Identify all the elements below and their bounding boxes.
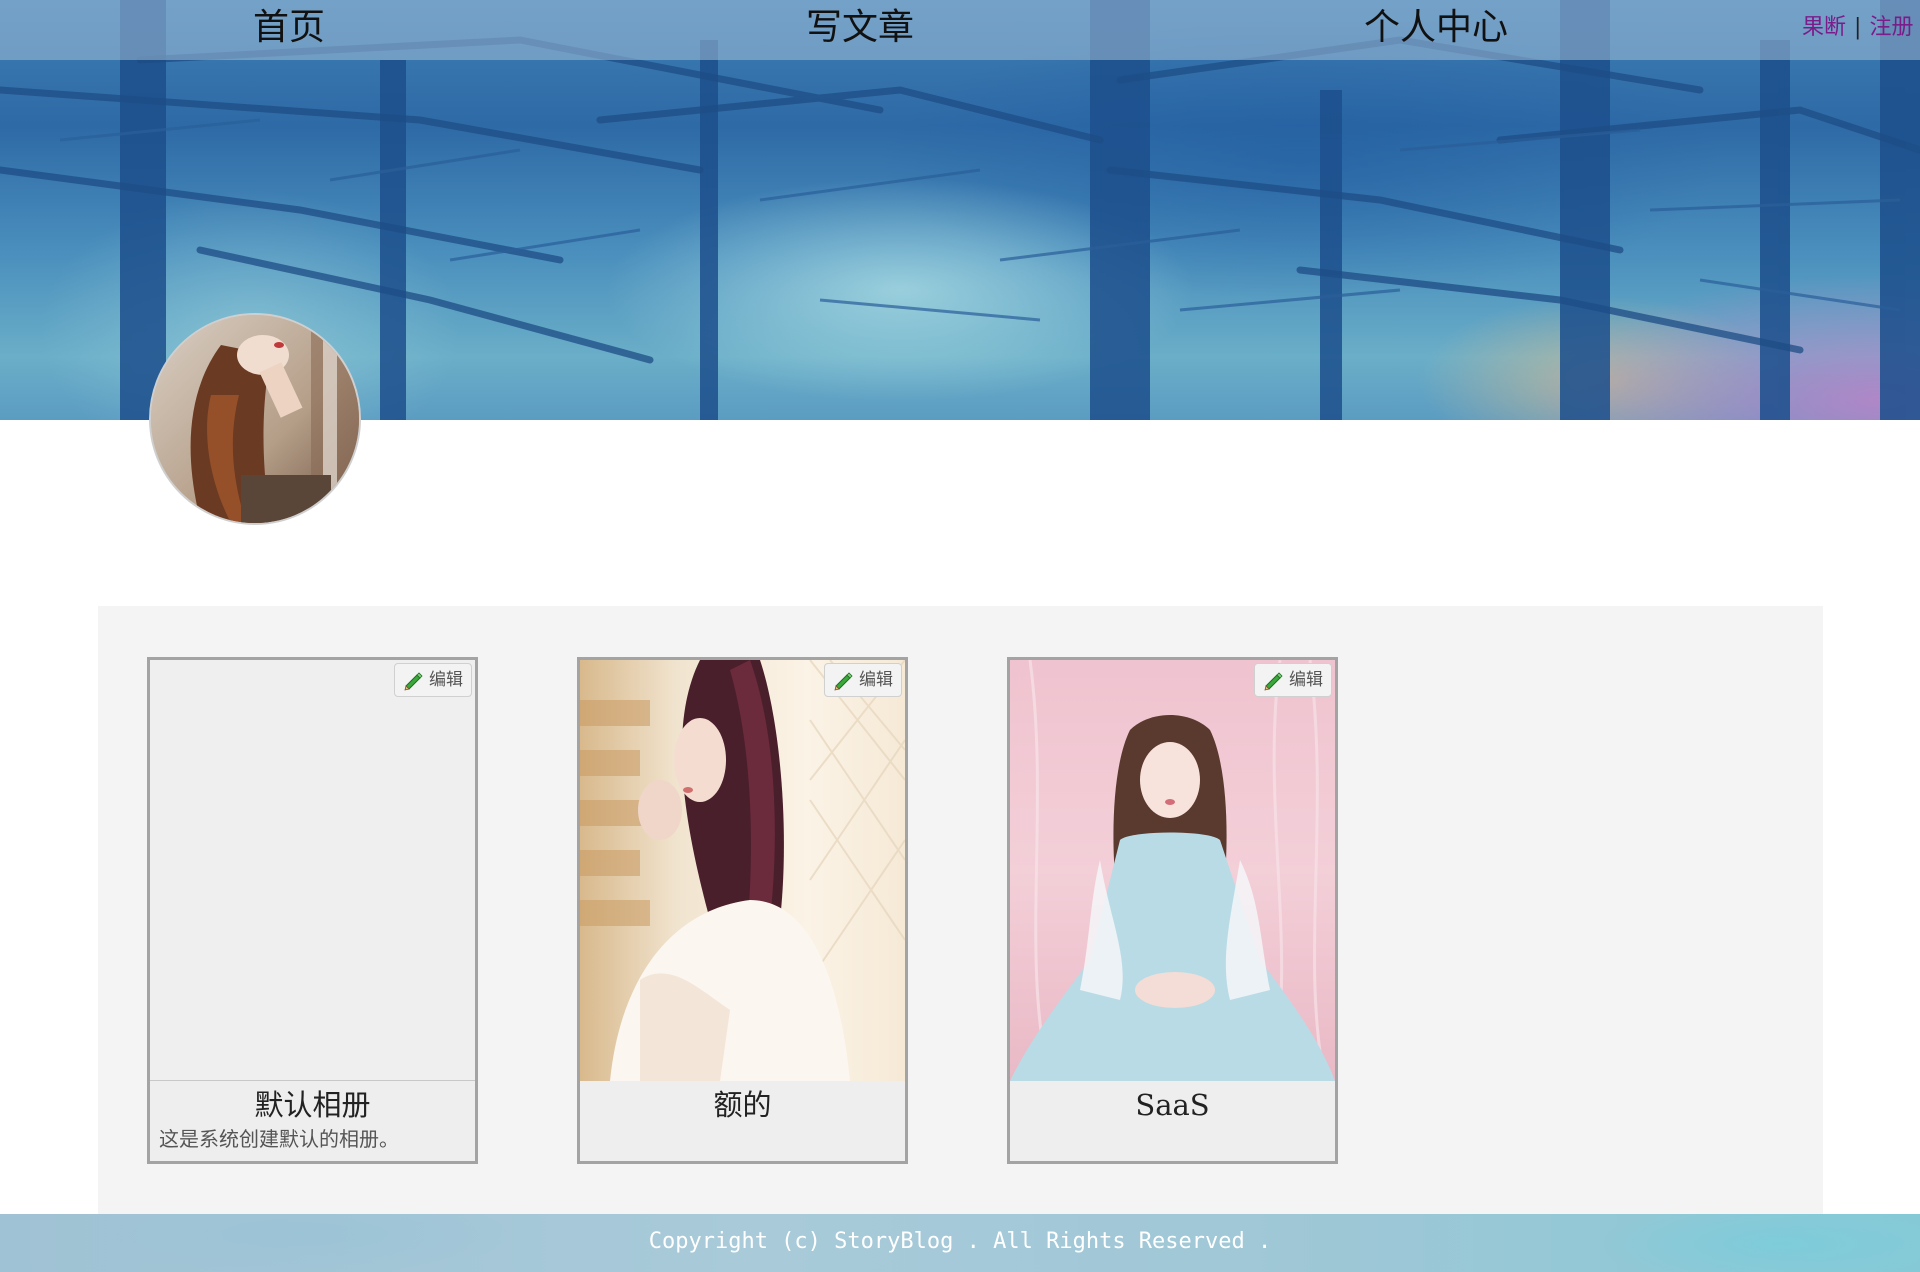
album-panel: 编辑 默认相册 这是系统创建默认的相册。 编辑 额的 编辑 SaaS bbox=[98, 606, 1823, 1214]
register-link[interactable]: 注册 bbox=[1869, 15, 1913, 40]
auth-links: 果断 | 注册 bbox=[1802, 14, 1913, 42]
pencil-icon bbox=[834, 672, 853, 691]
nav-home-link[interactable]: 首页 bbox=[253, 6, 325, 50]
album-card[interactable]: 编辑 默认相册 这是系统创建默认的相册。 bbox=[147, 657, 478, 1164]
album-description: 这是系统创建默认的相册。 bbox=[159, 1127, 399, 1151]
album-title[interactable]: 额的 bbox=[580, 1085, 905, 1125]
edit-album-button[interactable]: 编辑 bbox=[1254, 663, 1332, 697]
album-title[interactable]: SaaS bbox=[1010, 1085, 1335, 1125]
nav-write-article-link[interactable]: 写文章 bbox=[806, 6, 914, 50]
page-footer: Copyright (c) StoryBlog . All Rights Res… bbox=[0, 1214, 1920, 1272]
login-link[interactable]: 果断 bbox=[1802, 15, 1846, 40]
edit-label: 编辑 bbox=[1289, 670, 1323, 690]
edit-label: 编辑 bbox=[859, 670, 893, 690]
nav-personal-center-link[interactable]: 个人中心 bbox=[1364, 6, 1508, 50]
album-cover-image[interactable] bbox=[580, 660, 905, 1081]
edit-album-button[interactable]: 编辑 bbox=[394, 663, 472, 697]
album-card[interactable]: 编辑 SaaS bbox=[1007, 657, 1338, 1164]
auth-separator: | bbox=[1854, 15, 1862, 40]
edit-album-button[interactable]: 编辑 bbox=[824, 663, 902, 697]
edit-label: 编辑 bbox=[429, 670, 463, 690]
pencil-icon bbox=[404, 672, 423, 691]
album-cover-empty[interactable] bbox=[150, 660, 475, 1081]
album-card[interactable]: 编辑 额的 bbox=[577, 657, 908, 1164]
top-nav-bar: 首页 写文章 个人中心 果断 | 注册 bbox=[0, 0, 1920, 60]
album-cover-image[interactable] bbox=[1010, 660, 1335, 1081]
album-title[interactable]: 默认相册 bbox=[150, 1085, 475, 1125]
user-avatar[interactable] bbox=[149, 313, 361, 525]
copyright-text: Copyright (c) StoryBlog . All Rights Res… bbox=[648, 1229, 1272, 1254]
pencil-icon bbox=[1264, 672, 1283, 691]
